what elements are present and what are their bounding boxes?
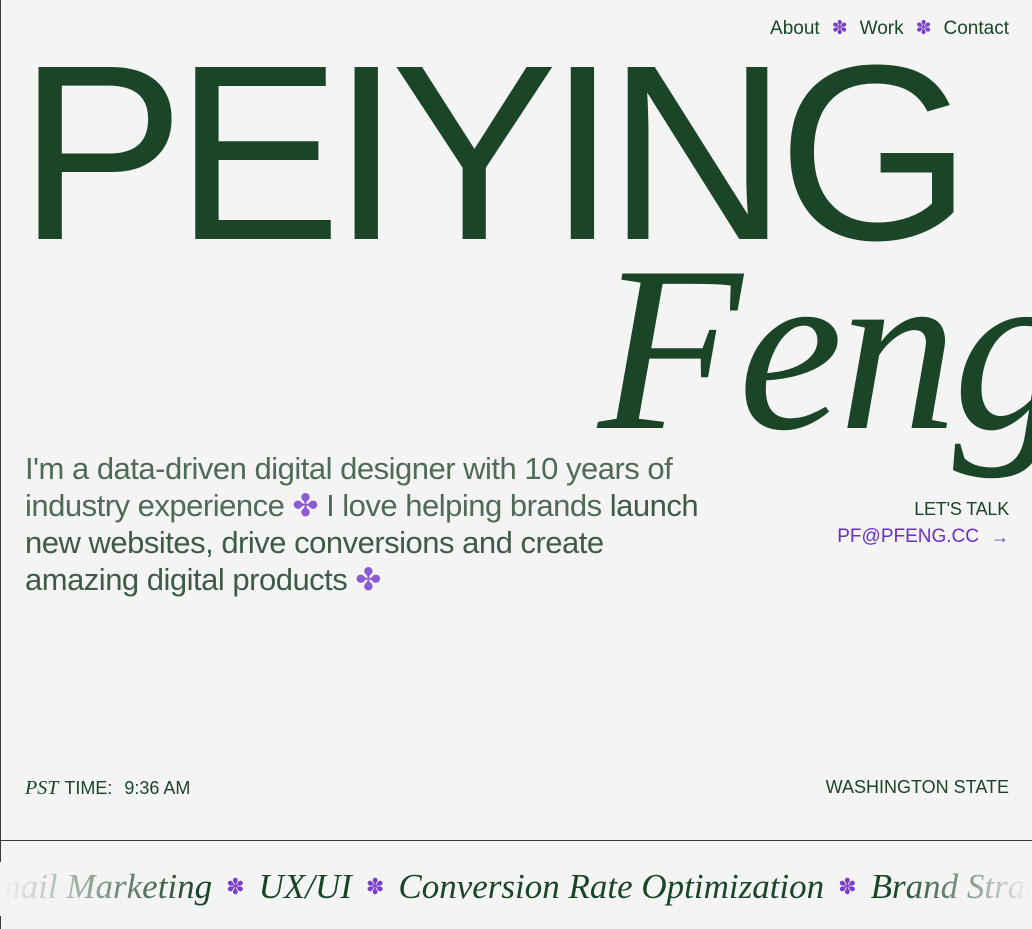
intro-text-2: I love helping brands [326, 488, 602, 523]
email-link[interactable]: PF@PFENG.CC → [837, 526, 1009, 548]
hero-last-name: Feng [598, 219, 1032, 480]
location-label: WASHINGTON STATE [825, 777, 1009, 797]
section-divider [0, 840, 1032, 841]
skills-marquee: Email Marketing ✽ UX/UI ✽ Conversion Rat… [0, 862, 1032, 916]
marquee-item: Conversion Rate Optimization [398, 867, 825, 906]
star-icon: ✽ [838, 874, 857, 899]
intro-paragraph: I'm a data-driven digital designer with … [25, 450, 725, 598]
marquee-item: Email Marketing [0, 867, 213, 906]
marquee-item: Brand Strategy [870, 867, 1032, 906]
star-icon: ✽ [226, 874, 245, 899]
timezone-label: PST [25, 777, 59, 799]
time-label: TIME: [64, 778, 113, 798]
marquee-track: Email Marketing ✽ UX/UI ✽ Conversion Rat… [0, 862, 1032, 912]
marquee-item: UX/UI [258, 867, 352, 906]
clover-icon: ✤ [292, 488, 318, 523]
local-time: PST TIME: 9:36 AM [25, 777, 190, 800]
lets-talk-label: LET'S TALK [914, 499, 1009, 519]
star-icon: ✽ [365, 874, 385, 899]
time-value: 9:36 AM [124, 778, 191, 798]
arrow-right-icon: → [991, 526, 1009, 547]
page-left-border [0, 0, 1, 929]
email-text: PF@PFENG.CC [837, 526, 979, 547]
clover-icon: ✤ [355, 562, 381, 597]
